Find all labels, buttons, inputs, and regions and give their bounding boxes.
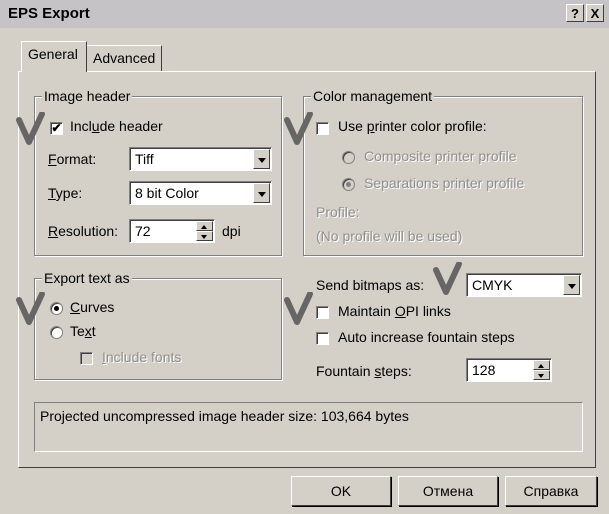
composite-profile-radio[interactable] bbox=[342, 151, 355, 164]
send-bitmaps-value: CMYK bbox=[472, 277, 513, 293]
tab-general-label: General bbox=[28, 46, 78, 62]
format-label: Format: bbox=[48, 151, 97, 167]
radio-dot-icon bbox=[54, 306, 59, 311]
include-header-label: Include header bbox=[70, 118, 163, 134]
maintain-opi-label: Maintain OPI links bbox=[338, 303, 451, 319]
chevron-down-icon[interactable] bbox=[253, 183, 270, 203]
checkmark-icon: ✔ bbox=[51, 121, 62, 135]
radio-dot-icon bbox=[346, 182, 351, 187]
help-button[interactable]: ? bbox=[566, 4, 584, 22]
curves-radio[interactable] bbox=[50, 302, 63, 315]
profile-value: (No profile will be used) bbox=[316, 228, 463, 244]
tab-advanced-label: Advanced bbox=[93, 50, 156, 66]
text-label: Text bbox=[70, 323, 96, 339]
close-button[interactable]: X bbox=[586, 4, 604, 22]
fountain-steps-value: 128 bbox=[472, 362, 496, 378]
separations-profile-radio[interactable] bbox=[342, 178, 355, 191]
title-bar[interactable] bbox=[0, 0, 609, 28]
tab-general[interactable]: General bbox=[21, 41, 87, 72]
annotation-check-icon bbox=[433, 262, 462, 295]
resolution-value: 72 bbox=[135, 223, 151, 239]
fountain-steps-stepper[interactable]: 128 bbox=[466, 358, 552, 382]
chevron-down-icon[interactable] bbox=[563, 275, 580, 295]
use-printer-profile-label: Use printer color profile: bbox=[338, 118, 487, 134]
spin-up-icon[interactable] bbox=[533, 360, 550, 370]
send-bitmaps-select[interactable]: CMYK bbox=[466, 273, 582, 297]
annotation-check-icon bbox=[16, 112, 45, 145]
composite-profile-label: Composite printer profile bbox=[364, 148, 517, 164]
cancel-button[interactable]: Отмена bbox=[398, 476, 498, 506]
fountain-spin bbox=[533, 360, 550, 380]
send-bitmaps-label: Send bitmaps as: bbox=[316, 277, 425, 293]
window-title: EPS Export bbox=[8, 5, 90, 22]
separations-profile-label: Separations printer profile bbox=[364, 175, 525, 191]
format-value: Tiff bbox=[135, 151, 154, 167]
curves-label: Curves bbox=[70, 299, 115, 315]
export-text-legend: Export text as bbox=[42, 270, 132, 286]
maintain-opi-checkbox[interactable] bbox=[316, 306, 329, 319]
tab-advanced[interactable]: Advanced bbox=[86, 45, 162, 71]
include-header-checkbox[interactable]: ✔ bbox=[50, 122, 63, 135]
include-fonts-checkbox[interactable] bbox=[80, 352, 93, 365]
type-label: Type: bbox=[48, 185, 83, 201]
image-header-legend: Image header bbox=[42, 88, 133, 104]
include-fonts-label: Include fonts bbox=[102, 349, 182, 365]
auto-fountain-checkbox[interactable] bbox=[316, 332, 329, 345]
annotation-check-icon bbox=[284, 292, 313, 325]
spin-up-icon[interactable] bbox=[196, 221, 213, 231]
spin-down-icon[interactable] bbox=[196, 231, 213, 241]
type-value: 8 bit Color bbox=[135, 185, 199, 201]
resolution-unit: dpi bbox=[222, 223, 241, 239]
profile-label: Profile: bbox=[316, 204, 360, 220]
auto-fountain-label: Auto increase fountain steps bbox=[338, 329, 515, 345]
help-dialog-button[interactable]: Справка bbox=[505, 476, 597, 506]
resolution-label: Resolution: bbox=[48, 223, 119, 239]
color-management-legend: Color management bbox=[311, 88, 435, 104]
annotation-check-icon bbox=[284, 112, 313, 145]
text-radio[interactable] bbox=[50, 326, 63, 339]
ok-button[interactable]: OK bbox=[291, 476, 391, 506]
spin-down-icon[interactable] bbox=[533, 370, 550, 380]
chevron-down-icon[interactable] bbox=[253, 149, 270, 169]
resolution-stepper[interactable]: 72 bbox=[129, 219, 215, 243]
use-printer-profile-checkbox[interactable] bbox=[316, 122, 329, 135]
fountain-steps-label: Fountain steps: bbox=[316, 363, 412, 379]
type-select[interactable]: 8 bit Color bbox=[129, 181, 272, 205]
info-text: Projected uncompressed image header size… bbox=[40, 408, 409, 424]
resolution-spin bbox=[196, 221, 213, 241]
annotation-check-icon bbox=[16, 292, 45, 325]
format-select[interactable]: Tiff bbox=[129, 147, 272, 171]
